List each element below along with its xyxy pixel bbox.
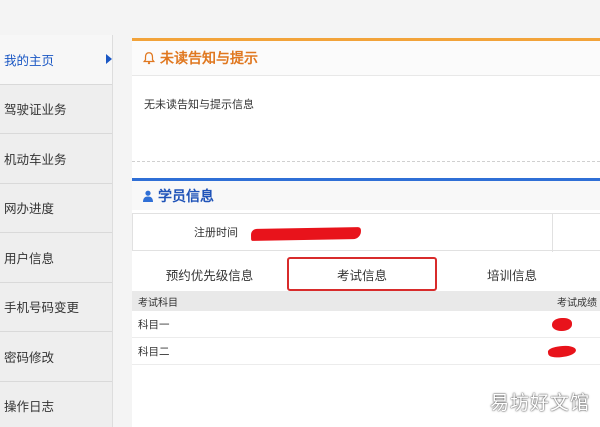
sidebar-item-label: 我的主页: [4, 52, 55, 68]
exam-table: 考试科目 考试成绩 科目一 科目二: [132, 291, 600, 365]
divider: [552, 214, 553, 252]
sidebar-item-progress[interactable]: 网办进度: [0, 184, 112, 233]
sidebar-item-log[interactable]: 操作日志: [0, 382, 112, 427]
subject-cell: 科目二: [138, 345, 170, 358]
sidebar-item-label: 驾驶证业务: [4, 102, 67, 118]
table-row: 科目一: [132, 311, 600, 338]
student-title: 学员信息: [158, 188, 214, 205]
column-header-subject: 考试科目: [138, 297, 178, 309]
sidebar-item-license[interactable]: 驾驶证业务: [0, 85, 112, 134]
sidebar-item-label: 网办进度: [4, 201, 55, 217]
sidebar-item-label: 操作日志: [4, 399, 55, 415]
caret-right-icon: [106, 54, 112, 65]
sidebar-item-password[interactable]: 密码修改: [0, 332, 112, 382]
sidebar-item-label: 密码修改: [4, 349, 55, 365]
person-icon: [143, 190, 153, 202]
redaction-mark: [547, 344, 577, 359]
subject-cell: 科目一: [138, 318, 170, 331]
sidebar-item-vehicle[interactable]: 机动车业务: [0, 134, 112, 184]
sidebar: 我的主页 驾驶证业务 机动车业务 网办进度 用户信息 手机号码变更 密码修改 操…: [0, 35, 113, 427]
table-header: 考试科目 考试成绩: [132, 291, 600, 311]
sidebar-item-label: 机动车业务: [4, 151, 67, 167]
student-header: 学员信息: [132, 178, 600, 210]
bell-icon: [142, 52, 156, 65]
sidebar-item-user-info[interactable]: 用户信息: [0, 233, 112, 283]
column-header-score: 考试成绩: [557, 297, 597, 309]
notice-header: 未读告知与提示: [132, 38, 600, 76]
registration-row: 注册时间: [132, 213, 600, 252]
tab-priority-info[interactable]: 预约优先级信息: [132, 257, 287, 291]
sidebar-item-phone-change[interactable]: 手机号码变更: [0, 283, 112, 332]
redaction-mark: [552, 318, 572, 331]
registration-label: 注册时间: [194, 226, 238, 239]
sidebar-item-label: 用户信息: [4, 250, 55, 266]
redaction-mark: [250, 227, 362, 241]
tab-exam-info[interactable]: 考试信息: [287, 257, 437, 291]
watermark: 易坊好文馆: [489, 392, 590, 414]
tab-training-info[interactable]: 培训信息: [437, 257, 587, 291]
sidebar-item-home[interactable]: 我的主页: [0, 35, 112, 85]
notice-message: 无未读告知与提示信息: [132, 76, 600, 162]
tab-bar: 预约优先级信息 考试信息 培训信息: [132, 257, 600, 291]
notice-title: 未读告知与提示: [160, 51, 258, 67]
main-panel: 未读告知与提示 无未读告知与提示信息 学员信息 注册时间 预约优先级信息 考试信…: [132, 38, 600, 427]
table-row: 科目二: [132, 338, 600, 365]
sidebar-item-label: 手机号码变更: [4, 300, 80, 316]
